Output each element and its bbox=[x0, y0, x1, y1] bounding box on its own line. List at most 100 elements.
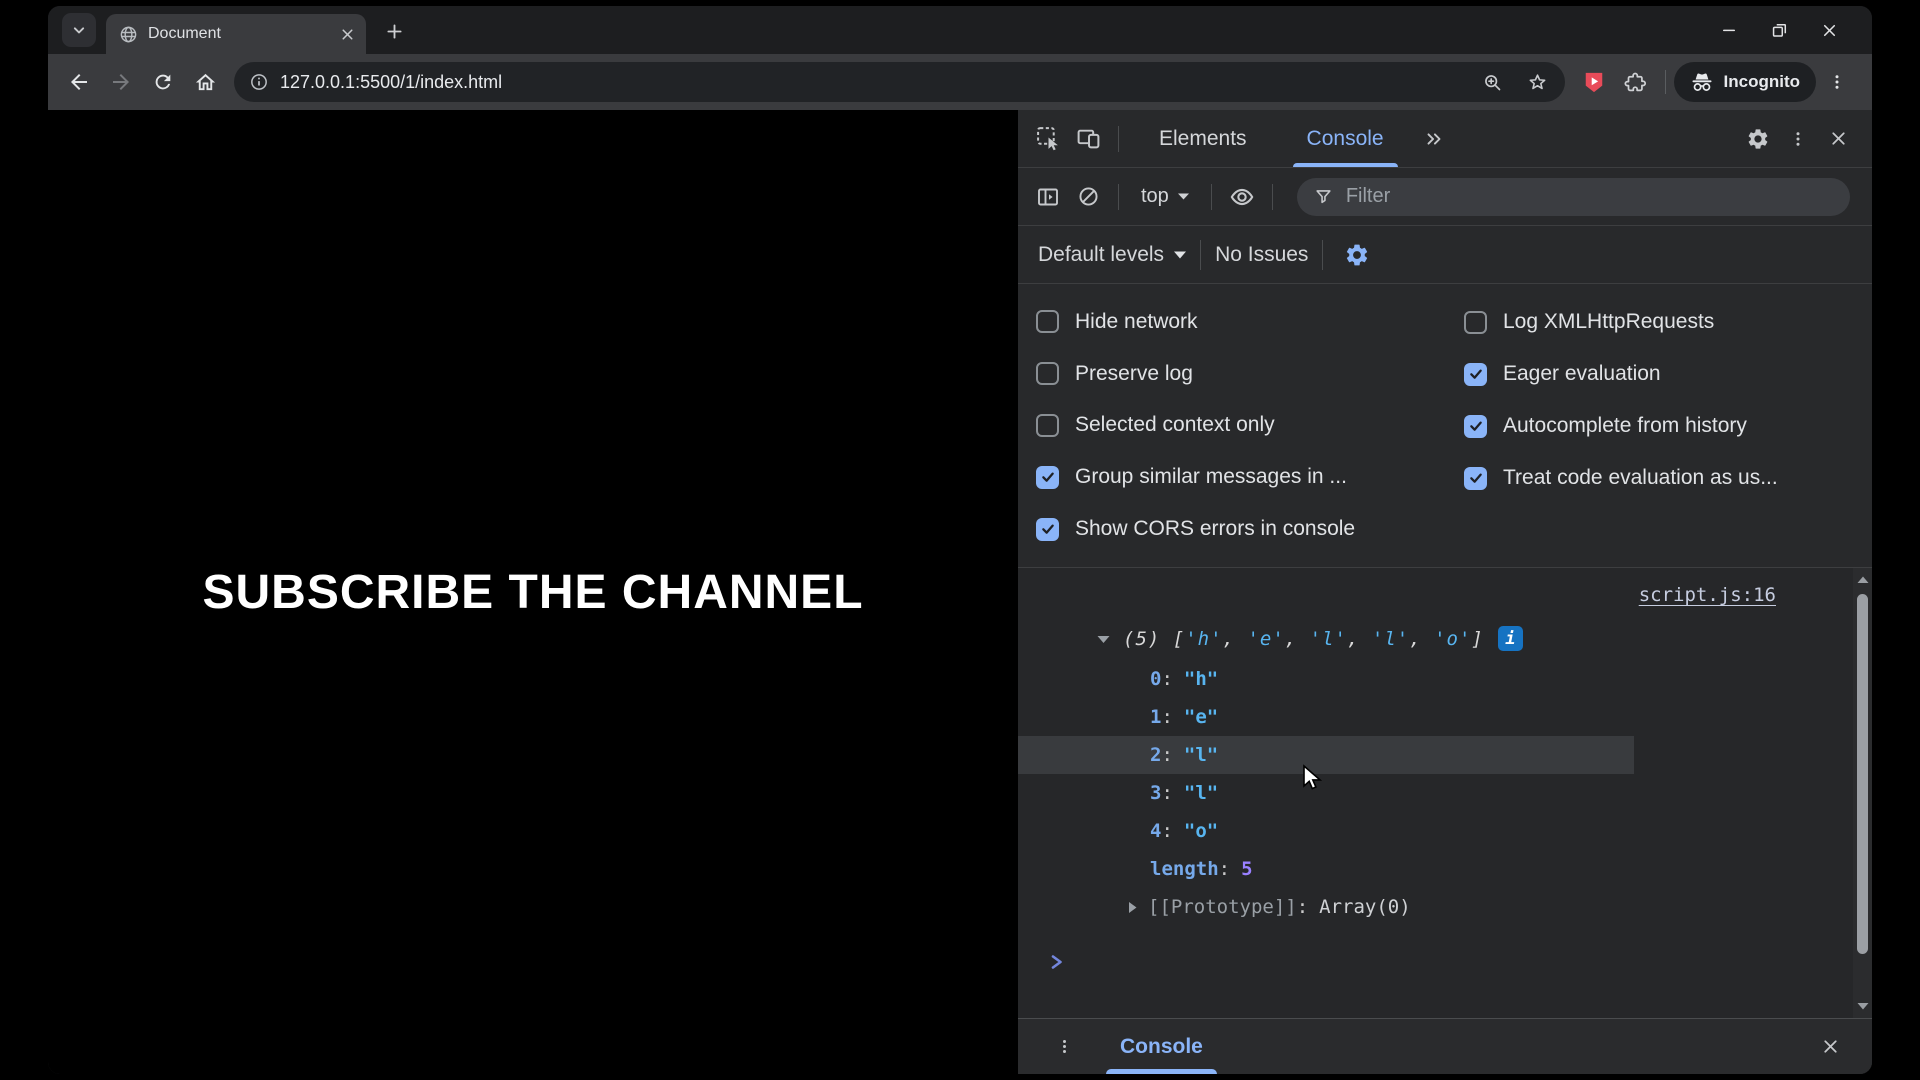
console-setting-label[interactable]: Log XMLHttpRequests bbox=[1503, 310, 1714, 334]
checkbox-unchecked[interactable] bbox=[1036, 310, 1059, 333]
reload-icon bbox=[152, 71, 174, 93]
console-prototype-row[interactable]: [[Prototype]]:Array(0) bbox=[1018, 888, 1852, 926]
console-toolbar-separator bbox=[1272, 184, 1273, 210]
console-setting-label[interactable]: Show CORS errors in console bbox=[1075, 517, 1355, 541]
console-setting-label[interactable]: Hide network bbox=[1075, 310, 1198, 334]
console-setting-label[interactable]: Autocomplete from history bbox=[1503, 414, 1747, 438]
console-setting-label[interactable]: Treat code evaluation as us... bbox=[1503, 466, 1778, 490]
close-window-button[interactable] bbox=[1804, 6, 1854, 54]
tab-elements[interactable]: Elements bbox=[1129, 110, 1277, 167]
screen: Document bbox=[0, 0, 1920, 1080]
console-setting-row[interactable]: Autocomplete from history bbox=[1464, 400, 1872, 452]
console-sidebar-icon bbox=[1036, 185, 1060, 209]
clear-console-button[interactable] bbox=[1068, 177, 1108, 217]
home-button[interactable] bbox=[184, 61, 226, 103]
console-setting-row[interactable]: Group similar messages in ... bbox=[1036, 451, 1464, 503]
inspect-element-button[interactable] bbox=[1028, 119, 1068, 159]
console-array-entry[interactable]: 2:"l" bbox=[1018, 736, 1852, 774]
adblock-extension-icon[interactable] bbox=[1573, 61, 1615, 103]
drawer-close-button[interactable] bbox=[1810, 1027, 1850, 1067]
chevron-down-icon bbox=[69, 20, 89, 40]
checkbox-unchecked[interactable] bbox=[1036, 362, 1059, 385]
drawer-menu-button[interactable] bbox=[1044, 1027, 1084, 1067]
console-drawer: Console bbox=[1018, 1018, 1872, 1074]
no-issues-button[interactable]: No Issues bbox=[1215, 243, 1308, 267]
info-badge-icon[interactable]: i bbox=[1498, 626, 1523, 651]
source-link[interactable]: script.js:16 bbox=[1639, 584, 1776, 606]
filter-placeholder: Filter bbox=[1346, 185, 1390, 208]
forward-button[interactable] bbox=[100, 61, 142, 103]
restore-button[interactable] bbox=[1754, 6, 1804, 54]
console-prompt[interactable] bbox=[1048, 952, 1066, 972]
caret-down-icon[interactable] bbox=[1096, 633, 1111, 645]
console-setting-label[interactable]: Preserve log bbox=[1075, 362, 1193, 386]
info-icon[interactable] bbox=[249, 72, 269, 92]
console-setting-row[interactable]: Treat code evaluation as us... bbox=[1464, 452, 1872, 504]
reload-button[interactable] bbox=[142, 61, 184, 103]
console-sidebar-button[interactable] bbox=[1028, 177, 1068, 217]
array-log-entry: (5) ['h', 'e', 'l', 'l', 'o'] i bbox=[1096, 626, 1523, 651]
console-array-entry[interactable]: 4:"o" bbox=[1018, 812, 1852, 850]
console-filter-input[interactable]: Filter bbox=[1297, 178, 1850, 216]
live-expression-button[interactable] bbox=[1222, 177, 1262, 217]
more-tabs-button[interactable] bbox=[1414, 119, 1454, 159]
console-scrollbar[interactable] bbox=[1853, 568, 1872, 1018]
tab-search-button[interactable] bbox=[62, 13, 96, 47]
extensions-puzzle-icon[interactable] bbox=[1615, 61, 1657, 103]
console-settings-button-active[interactable] bbox=[1337, 235, 1377, 275]
checkbox-unchecked[interactable] bbox=[1036, 414, 1059, 437]
checkbox-checked[interactable] bbox=[1464, 467, 1487, 490]
console-setting-label[interactable]: Group similar messages in ... bbox=[1075, 465, 1347, 489]
checkbox-unchecked[interactable] bbox=[1464, 311, 1487, 334]
levels-separator bbox=[1322, 240, 1323, 270]
scroll-up-arrow[interactable] bbox=[1853, 572, 1872, 588]
checkbox-checked[interactable] bbox=[1036, 466, 1059, 489]
levels-separator bbox=[1200, 240, 1201, 270]
scroll-down-arrow[interactable] bbox=[1853, 998, 1872, 1014]
prototype-label: [[Prototype]] bbox=[1148, 896, 1297, 918]
console-setting-label[interactable]: Eager evaluation bbox=[1503, 362, 1661, 386]
console-setting-row[interactable]: Log XMLHttpRequests bbox=[1464, 296, 1872, 348]
preview-punct: , bbox=[1285, 628, 1310, 650]
console-array-entry[interactable]: 0:"h" bbox=[1018, 660, 1852, 698]
scrollbar-thumb[interactable] bbox=[1857, 594, 1868, 954]
caret-right-icon[interactable] bbox=[1126, 900, 1138, 915]
back-button[interactable] bbox=[58, 61, 100, 103]
console-levels-bar: Default levels No Issues bbox=[1018, 226, 1872, 284]
caret-down-icon bbox=[1174, 251, 1186, 259]
preview-punct: [ bbox=[1173, 628, 1185, 650]
console-length-row[interactable]: length:5 bbox=[1018, 850, 1852, 888]
console-array-entry[interactable]: 1:"e" bbox=[1018, 698, 1852, 736]
bookmark-star-icon[interactable] bbox=[1521, 65, 1555, 99]
new-tab-button[interactable] bbox=[376, 13, 412, 49]
console-setting-row[interactable]: Preserve log bbox=[1036, 348, 1464, 400]
no-issues-label: No Issues bbox=[1215, 243, 1308, 267]
checkbox-checked[interactable] bbox=[1036, 518, 1059, 541]
browser-menu-button[interactable] bbox=[1816, 61, 1858, 103]
devtools-settings-button[interactable] bbox=[1738, 119, 1778, 159]
devtools-menu-button[interactable] bbox=[1778, 119, 1818, 159]
console-setting-row[interactable]: Show CORS errors in console bbox=[1036, 503, 1464, 555]
checkbox-checked[interactable] bbox=[1464, 415, 1487, 438]
console-setting-row[interactable]: Eager evaluation bbox=[1464, 348, 1872, 400]
device-toolbar-button[interactable] bbox=[1068, 119, 1108, 159]
gear-icon bbox=[1746, 127, 1770, 151]
tab-close-icon[interactable] bbox=[339, 26, 356, 43]
browser-tab[interactable]: Document bbox=[106, 14, 366, 54]
kebab-menu-icon bbox=[1828, 73, 1846, 91]
default-levels-dropdown[interactable]: Default levels bbox=[1038, 243, 1186, 267]
drawer-tab-console[interactable]: Console bbox=[1110, 1019, 1213, 1074]
console-setting-row[interactable]: Hide network bbox=[1036, 296, 1464, 348]
console-setting-row[interactable]: Selected context only bbox=[1036, 400, 1464, 452]
entry-index: 0 bbox=[1150, 668, 1161, 690]
eye-icon bbox=[1229, 184, 1255, 210]
console-setting-label[interactable]: Selected context only bbox=[1075, 413, 1275, 437]
context-selector[interactable]: top bbox=[1129, 185, 1201, 208]
zoom-icon[interactable] bbox=[1476, 65, 1510, 99]
minimize-button[interactable] bbox=[1704, 6, 1754, 54]
tab-console[interactable]: Console bbox=[1277, 110, 1414, 167]
address-bar[interactable]: 127.0.0.1:5500/1/index.html bbox=[234, 62, 1565, 102]
devtools-close-button[interactable] bbox=[1818, 119, 1858, 159]
console-array-entry[interactable]: 3:"l" bbox=[1018, 774, 1852, 812]
checkbox-checked[interactable] bbox=[1464, 363, 1487, 386]
